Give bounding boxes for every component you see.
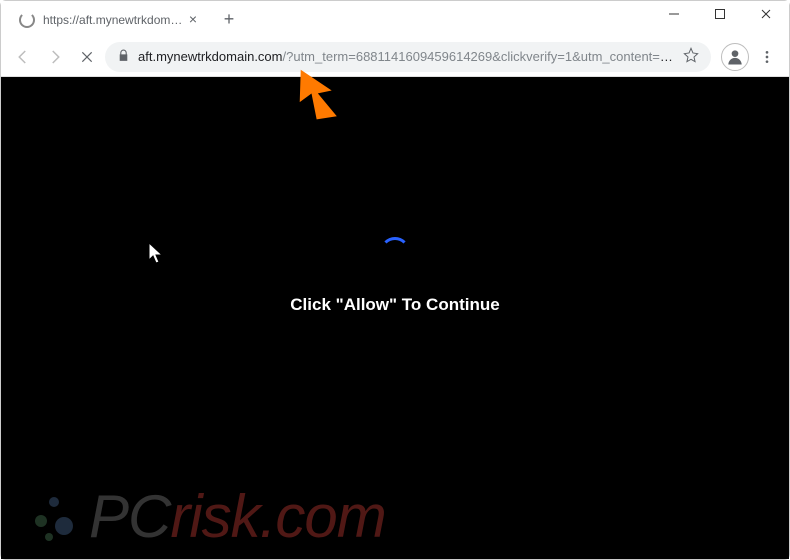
window-maximize-button[interactable]: [697, 1, 743, 31]
window-controls: [651, 1, 789, 31]
tab-loading-spinner-icon: [19, 12, 35, 28]
browser-toolbar: aft.mynewtrkdomain.com/?utm_term=6881141…: [1, 37, 789, 77]
window-close-button[interactable]: [743, 1, 789, 31]
tab-close-icon[interactable]: ×: [185, 12, 201, 28]
lock-icon: [117, 49, 130, 65]
new-tab-button[interactable]: +: [215, 5, 243, 33]
back-button[interactable]: [9, 43, 37, 71]
url-path: /?utm_term=6881141609459614269&clickveri…: [283, 49, 676, 64]
kebab-menu-icon: [759, 49, 775, 65]
allow-message: Click "Allow" To Continue: [1, 295, 789, 315]
page-content: Click "Allow" To Continue PCrisk.com: [1, 77, 789, 559]
watermark-logo-icon: [35, 487, 83, 547]
person-icon: [725, 47, 745, 67]
tab-title: https://aft.mynewtrkdomain.com: [43, 13, 185, 27]
menu-button[interactable]: [753, 43, 781, 71]
url-host: aft.mynewtrkdomain.com: [138, 49, 283, 64]
loading-spinner-icon: [380, 237, 410, 267]
url-text: aft.mynewtrkdomain.com/?utm_term=6881141…: [138, 49, 675, 64]
watermark: PCrisk.com: [35, 482, 386, 551]
profile-avatar-button[interactable]: [721, 43, 749, 71]
forward-button[interactable]: [41, 43, 69, 71]
stop-reload-button[interactable]: [73, 43, 101, 71]
bookmark-star-icon[interactable]: [683, 47, 699, 66]
browser-tab[interactable]: https://aft.mynewtrkdomain.com ×: [9, 3, 209, 37]
watermark-text: PCrisk.com: [89, 482, 386, 551]
address-bar[interactable]: aft.mynewtrkdomain.com/?utm_term=6881141…: [105, 42, 711, 72]
window-titlebar: https://aft.mynewtrkdomain.com × +: [1, 1, 789, 37]
window-minimize-button[interactable]: [651, 1, 697, 31]
